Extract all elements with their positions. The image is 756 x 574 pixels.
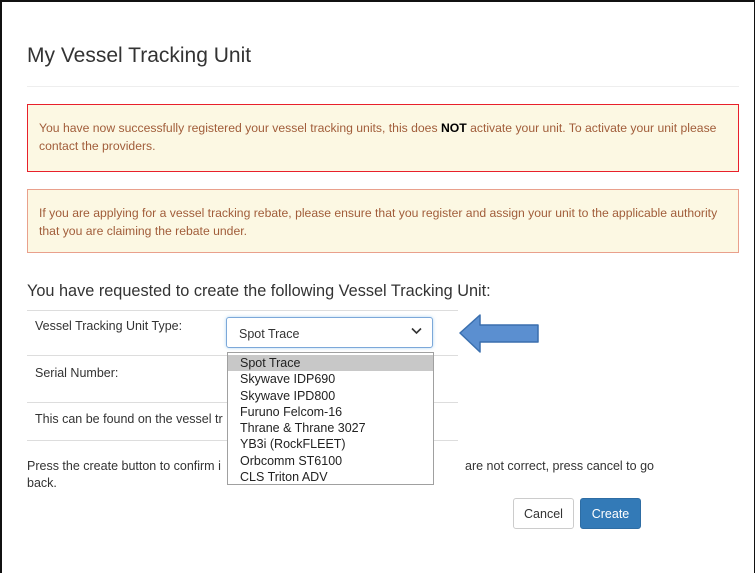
success-alert-text: You have now successfully registered you… bbox=[39, 121, 441, 135]
dropdown-option[interactable]: Thrane & Thrane 3027 bbox=[228, 420, 433, 436]
serial-hint-text: This can be found on the vessel tr bbox=[35, 412, 223, 426]
dropdown-option[interactable]: Skywave IPD800 bbox=[228, 388, 433, 404]
dropdown-option[interactable]: CLS Triton ADV bbox=[228, 469, 433, 485]
confirm-text-end: back. bbox=[27, 476, 57, 490]
rebate-alert: If you are applying for a vessel trackin… bbox=[27, 189, 739, 253]
page-title: My Vessel Tracking Unit bbox=[27, 44, 252, 67]
create-button[interactable]: Create bbox=[580, 498, 641, 529]
dropdown-option[interactable]: Furuno Felcom-16 bbox=[228, 404, 433, 420]
confirm-text: Press the create button to confirm i bbox=[27, 459, 221, 473]
dropdown-option[interactable]: Orbcomm ST6100 bbox=[228, 453, 433, 469]
unit-type-dropdown-list: Spot Trace Skywave IDP690 Skywave IPD800… bbox=[227, 352, 434, 485]
rebate-alert-text: If you are applying for a vessel trackin… bbox=[39, 206, 718, 238]
title-divider bbox=[27, 86, 739, 87]
annotation-arrow-icon bbox=[459, 314, 539, 353]
confirm-text-continued: are not correct, press cancel to go bbox=[465, 459, 654, 473]
dropdown-option[interactable]: YB3i (RockFLEET) bbox=[228, 436, 433, 452]
cancel-button[interactable]: Cancel bbox=[513, 498, 574, 529]
unit-type-label: Vessel Tracking Unit Type: bbox=[35, 319, 183, 333]
dropdown-option[interactable]: Spot Trace bbox=[228, 355, 433, 372]
success-alert-emphasis: NOT bbox=[440, 121, 467, 135]
chevron-down-icon bbox=[411, 327, 422, 335]
dropdown-option[interactable]: Skywave IDP690 bbox=[228, 371, 433, 387]
success-alert: You have now successfully registered you… bbox=[27, 104, 739, 172]
row-divider bbox=[27, 310, 458, 311]
form-subtitle: You have requested to create the followi… bbox=[27, 282, 491, 300]
serial-number-label: Serial Number: bbox=[35, 366, 119, 380]
unit-type-selected-value: Spot Trace bbox=[239, 327, 300, 341]
unit-type-select[interactable]: Spot Trace bbox=[226, 317, 433, 348]
